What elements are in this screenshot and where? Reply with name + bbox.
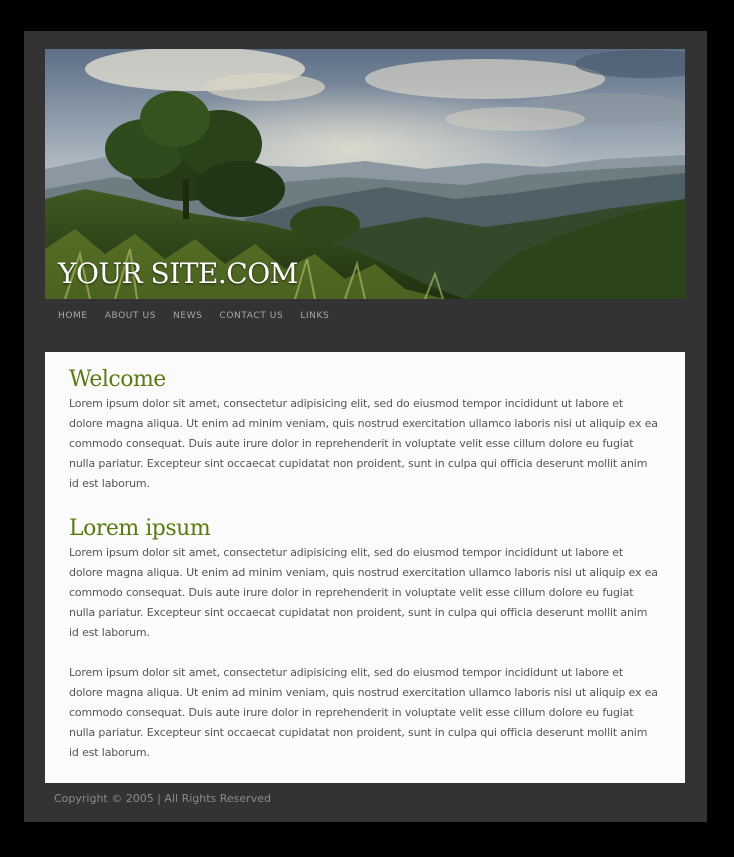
header-banner: YOUR SITE.COM xyxy=(45,49,685,299)
nav-item-home[interactable]: HOME xyxy=(58,311,88,325)
nav-item-contact-us[interactable]: CONTACT US xyxy=(219,311,283,325)
section-heading-welcome: Welcome xyxy=(69,367,166,392)
section-paragraph: Lorem ipsum dolor sit amet, consectetur … xyxy=(69,397,658,490)
nav-item-news[interactable]: NEWS xyxy=(173,311,202,325)
section-paragraph: Lorem ipsum dolor sit amet, consectetur … xyxy=(69,546,658,639)
page-wrapper: YOUR SITE.COM HOME ABOUT US NEWS CONTACT… xyxy=(24,31,707,822)
nav-item-about-us[interactable]: ABOUT US xyxy=(105,311,156,325)
main-nav: HOME ABOUT US NEWS CONTACT US LINKS xyxy=(58,311,346,325)
main-content: Welcome Lorem ipsum dolor sit amet, cons… xyxy=(45,352,685,783)
footer-copyright: Copyright © 2005 | All Rights Reserved xyxy=(54,792,271,805)
site-title[interactable]: YOUR SITE.COM xyxy=(58,257,298,290)
nav-item-links[interactable]: LINKS xyxy=(300,311,329,325)
section-paragraph: Lorem ipsum dolor sit amet, consectetur … xyxy=(69,666,658,759)
section-heading-lorem-ipsum: Lorem ipsum xyxy=(69,516,211,541)
